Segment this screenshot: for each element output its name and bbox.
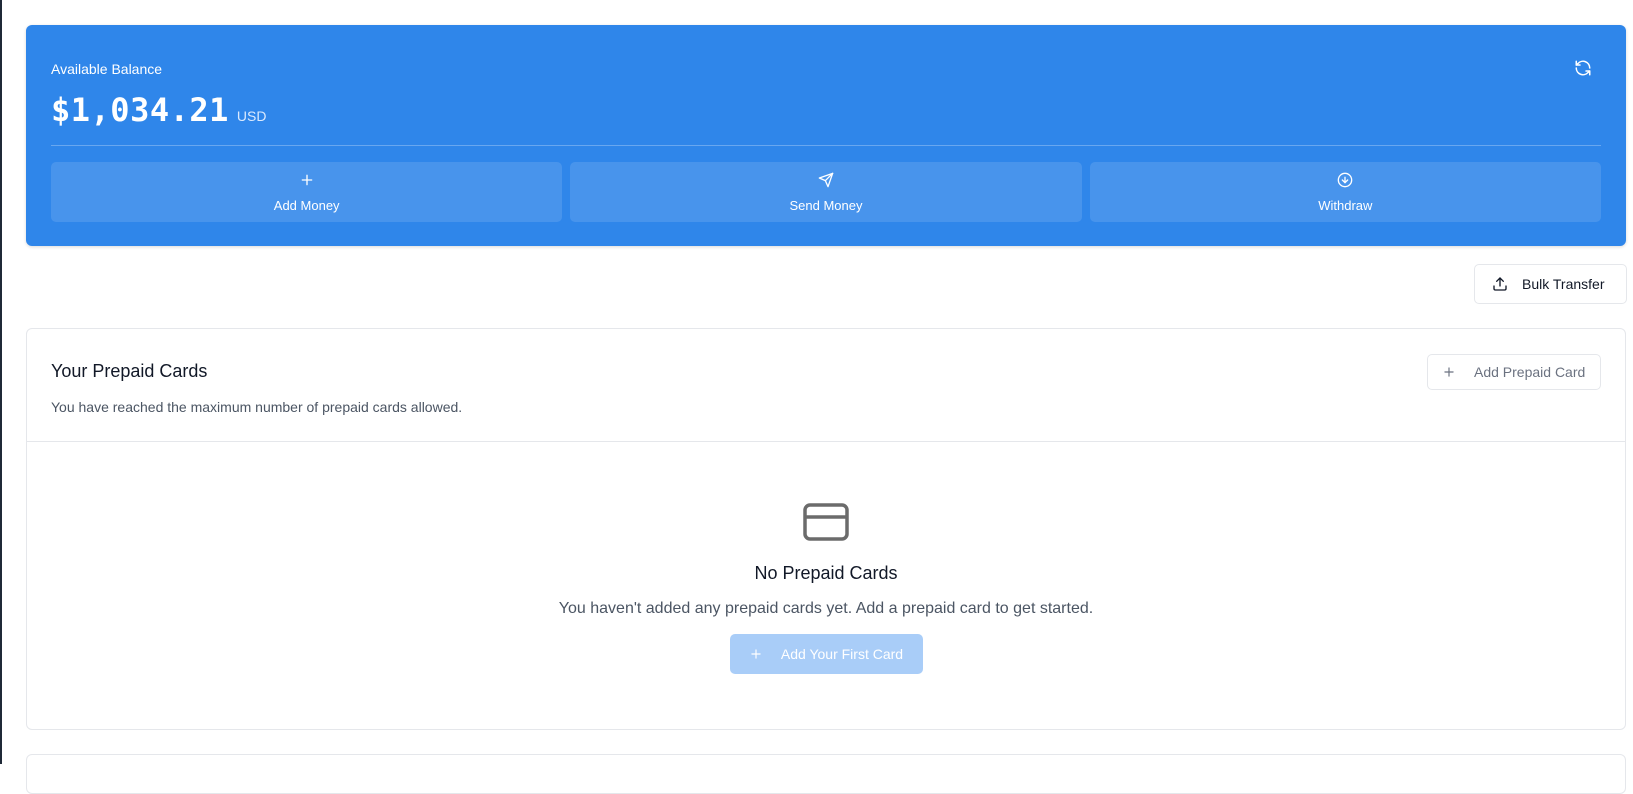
- plus-icon: [1444, 367, 1454, 377]
- withdraw-button[interactable]: Withdraw: [1089, 162, 1601, 222]
- bulk-transfer-button[interactable]: Bulk Transfer: [1474, 264, 1627, 304]
- balance-actions: Add Money Send Money Withdraw: [51, 162, 1601, 222]
- prepaid-cards-empty-state: No Prepaid Cards You haven't added any p…: [27, 443, 1625, 731]
- plus-icon: [301, 174, 312, 185]
- withdraw-label: Withdraw: [1318, 197, 1373, 213]
- prepaid-cards-subtitle: You have reached the maximum number of p…: [51, 399, 463, 415]
- send-money-label: Send Money: [789, 197, 863, 213]
- balance-amount: $1,034.21: [51, 91, 229, 129]
- credit-card-icon: [803, 503, 849, 541]
- add-prepaid-card-label: Add Prepaid Card: [1474, 364, 1586, 380]
- add-prepaid-card-button[interactable]: Add Prepaid Card: [1427, 354, 1601, 390]
- add-money-button[interactable]: Add Money: [51, 162, 563, 222]
- balance-card: Available Balance $1,034.21 USD Add Mone…: [26, 25, 1626, 246]
- left-edge-border: [0, 0, 2, 764]
- bulk-transfer-label: Bulk Transfer: [1522, 276, 1605, 292]
- upload-icon: [1493, 277, 1507, 291]
- prepaid-cards-header: Your Prepaid Cards You have reached the …: [27, 329, 1625, 442]
- prepaid-cards-title: Your Prepaid Cards: [51, 361, 208, 381]
- add-money-label: Add Money: [273, 197, 340, 213]
- send-money-button[interactable]: Send Money: [570, 162, 1082, 222]
- balance-divider: [51, 145, 1601, 146]
- balance-amount-row: $1,034.21 USD: [51, 91, 266, 129]
- empty-state-title: No Prepaid Cards: [754, 563, 898, 583]
- empty-state-text: You haven't added any prepaid cards yet.…: [558, 600, 1094, 617]
- refresh-icon[interactable]: [1574, 59, 1592, 77]
- balance-currency: USD: [236, 108, 267, 124]
- next-panel: [26, 754, 1626, 794]
- plus-icon: [751, 649, 761, 659]
- send-icon: [818, 172, 834, 187]
- add-first-card-button[interactable]: Add Your First Card: [729, 634, 923, 674]
- balance-label: Available Balance: [51, 61, 163, 77]
- arrow-down-circle-icon: [1337, 172, 1353, 187]
- add-first-card-label: Add Your First Card: [780, 646, 904, 662]
- prepaid-cards-panel: Your Prepaid Cards You have reached the …: [26, 328, 1626, 730]
